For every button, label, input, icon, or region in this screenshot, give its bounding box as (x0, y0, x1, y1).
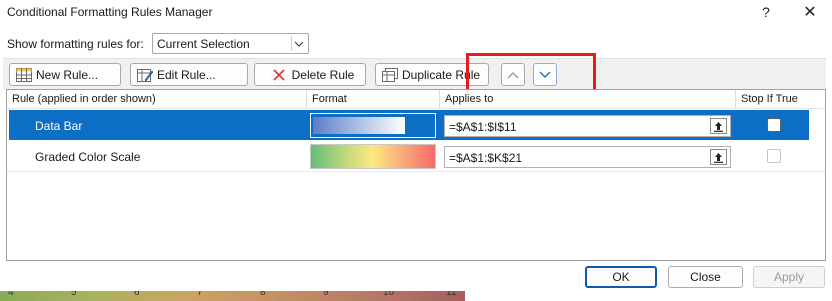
title-bar: Conditional Formatting Rules Manager ? ✕ (0, 0, 832, 26)
rules-list-header: Rule (applied in order shown) Format App… (7, 90, 825, 109)
column-header-stop-if-true: Stop If True (741, 93, 798, 105)
show-rules-dropdown[interactable]: Current Selection (152, 33, 309, 54)
delete-rule-button[interactable]: Delete Rule (254, 63, 366, 86)
delete-x-icon (272, 68, 288, 82)
close-window-button[interactable]: ✕ (796, 2, 824, 22)
sheet-cell-value: 5 (71, 291, 77, 298)
sheet-cell-value: 4 (8, 291, 14, 298)
applies-to-value: =$A$1:$K$21 (449, 151, 523, 165)
sheet-cell-value: 10 (383, 291, 395, 298)
new-rule-label: New Rule... (36, 67, 99, 82)
show-rules-label: Show formatting rules for: (7, 37, 144, 51)
column-divider (735, 90, 736, 109)
row-divider (7, 171, 825, 172)
collapse-dialog-icon[interactable] (710, 118, 727, 134)
column-divider (439, 90, 440, 109)
edit-rule-icon (137, 68, 154, 82)
delete-rule-label: Delete Rule (291, 67, 355, 82)
data-bar-swatch (313, 117, 405, 134)
column-divider (306, 90, 307, 109)
format-preview-data-bar (310, 113, 436, 138)
column-header-rule: Rule (applied in order shown) (12, 93, 156, 105)
column-header-format: Format (312, 93, 347, 105)
chevron-down-icon (291, 36, 306, 51)
new-rule-button[interactable]: New Rule... (9, 63, 121, 86)
dialog-title: Conditional Formatting Rules Manager (7, 5, 213, 19)
rule-name: Graded Color Scale (35, 150, 141, 164)
edit-rule-button[interactable]: Edit Rule... (130, 63, 248, 86)
duplicate-rule-button[interactable]: Duplicate Rule (375, 63, 489, 86)
sheet-cell-value: 7 (197, 291, 203, 298)
duplicate-rule-icon (382, 67, 398, 82)
help-button[interactable]: ? (752, 2, 780, 22)
apply-button[interactable]: Apply (753, 266, 825, 288)
duplicate-rule-label: Duplicate Rule (402, 67, 481, 82)
stop-if-true-checkbox[interactable] (767, 149, 781, 163)
rule-name: Data Bar (35, 119, 83, 133)
color-scale-swatch (311, 145, 435, 168)
move-down-button[interactable] (533, 63, 557, 86)
chevron-down-icon (539, 68, 551, 82)
edit-rule-label: Edit Rule... (157, 67, 216, 82)
applies-to-value: =$A$1:$I$11 (449, 120, 517, 134)
sheet-cell-value: 11 (446, 291, 457, 298)
sheet-cell-value: 9 (323, 291, 329, 298)
background-sheet-row: 4 5 6 7 8 9 10 11 (0, 291, 465, 301)
applies-to-field[interactable]: =$A$1:$I$11 (444, 115, 731, 137)
collapse-dialog-icon[interactable] (710, 149, 727, 165)
sheet-cell-value: 6 (134, 291, 140, 298)
show-rules-selected-value: Current Selection (157, 37, 250, 51)
chevron-up-icon (507, 68, 519, 82)
rule-row-graded-color-scale[interactable]: Graded Color Scale =$A$1:$K$21 (9, 141, 809, 171)
rules-toolbar: New Rule... Edit Rule... Delete Rule Dup… (3, 58, 826, 89)
format-preview-color-scale (310, 144, 436, 169)
rules-list: Rule (applied in order shown) Format App… (6, 89, 826, 261)
applies-to-field[interactable]: =$A$1:$K$21 (444, 146, 731, 168)
new-rule-icon (16, 67, 32, 82)
ok-button[interactable]: OK (585, 266, 657, 288)
sheet-cell-value: 8 (260, 291, 266, 298)
rule-row-data-bar[interactable]: Data Bar =$A$1:$I$11 (9, 110, 809, 140)
move-up-button[interactable] (501, 63, 525, 86)
close-button[interactable]: Close (668, 266, 743, 288)
background-blank-area (465, 291, 832, 301)
stop-if-true-checkbox[interactable] (767, 118, 781, 132)
column-header-applies-to: Applies to (445, 93, 494, 105)
